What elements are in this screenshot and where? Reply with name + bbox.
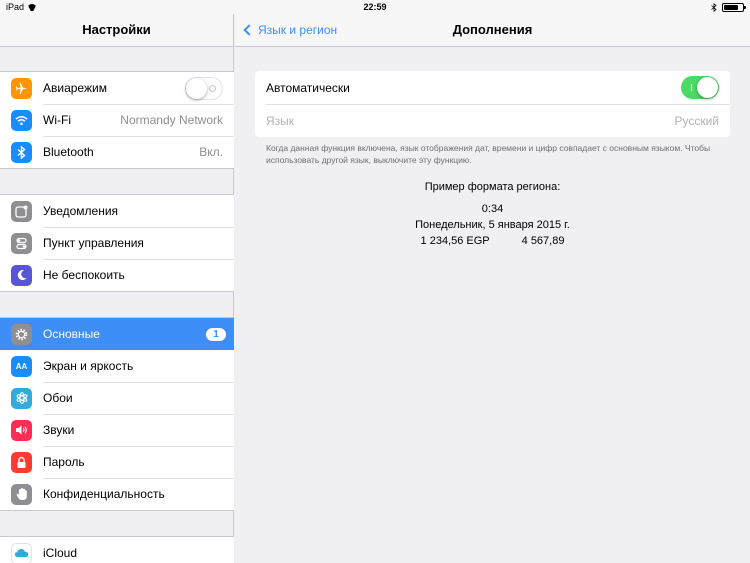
sidebar-group-device: Основные 1 AA Экран и яркость Обои Звуки…	[0, 317, 234, 511]
language-value: Русский	[674, 113, 719, 128]
sidebar-item-label: Не беспокоить	[43, 268, 125, 282]
sample-title: Пример формата региона:	[424, 181, 561, 193]
sidebar-item-label: Экран и яркость	[43, 359, 134, 373]
control-center-icon	[11, 232, 32, 254]
page-title: Дополнения	[452, 22, 533, 37]
lock-icon	[11, 451, 32, 473]
sidebar-group-accounts: iCloud	[0, 536, 234, 563]
airplane-mode-toggle[interactable]	[185, 76, 223, 100]
sidebar-item-do-not-disturb[interactable]: Не беспокоить	[0, 259, 234, 291]
sidebar-item-control-center[interactable]: Пункт управления	[0, 227, 234, 259]
sidebar-item-general[interactable]: Основные 1	[0, 318, 234, 350]
settings-sidebar: Настройки Авиарежим Wi-Fi Normandy Netwo…	[0, 0, 234, 563]
sidebar-item-label: Пункт управления	[43, 236, 144, 250]
bluetooth-value: Вкл.	[199, 145, 223, 159]
bluetooth-status-icon	[711, 2, 717, 12]
hand-icon	[11, 483, 32, 505]
sidebar-title: Настройки	[82, 22, 151, 37]
sidebar-item-bluetooth[interactable]: Bluetooth Вкл.	[0, 136, 234, 168]
sample-currency: 1 234,56 EGP	[420, 235, 490, 247]
language-row: Язык Русский	[255, 104, 730, 137]
speaker-icon	[11, 419, 32, 441]
gear-icon	[11, 323, 32, 345]
sidebar-item-label: Звуки	[43, 423, 75, 437]
sidebar-item-label: Авиарежим	[43, 81, 107, 95]
sidebar-item-label: Конфиденциальность	[43, 487, 165, 501]
sidebar-item-passcode[interactable]: Пароль	[0, 446, 234, 478]
sidebar-group-system: Уведомления Пункт управления Не беспокои…	[0, 194, 234, 292]
display-icon: AA	[11, 355, 32, 377]
sample-number: 4 567,89	[521, 235, 565, 247]
sidebar-item-wallpaper[interactable]: Обои	[0, 382, 234, 414]
sidebar-item-label: iCloud	[43, 546, 78, 560]
sidebar-item-label: Обои	[43, 391, 73, 405]
format-settings-card: Автоматически Язык Русский	[255, 71, 730, 137]
wifi-network-value: Normandy Network	[120, 113, 223, 127]
sidebar-item-label: Основные	[43, 327, 100, 341]
sidebar-item-notifications[interactable]: Уведомления	[0, 195, 234, 227]
airplane-icon	[11, 77, 32, 99]
automatic-row: Автоматически	[255, 71, 730, 104]
sample-time: 0:34	[481, 203, 504, 215]
automatic-toggle[interactable]	[681, 76, 719, 99]
status-time: 22:59	[363, 2, 387, 12]
sidebar-item-icloud[interactable]: iCloud	[0, 537, 234, 563]
moon-icon	[11, 264, 32, 286]
automatic-label: Автоматически	[266, 80, 350, 95]
battery-icon	[722, 2, 746, 12]
detail-pane: Язык и регион Дополнения Автоматически Я…	[235, 0, 750, 563]
wifi-signal-icon	[27, 4, 37, 11]
cloud-icon	[11, 542, 32, 563]
sidebar-item-airplane[interactable]: Авиарежим	[0, 72, 234, 104]
automatic-footnote: Когда данная функция включена, язык отоб…	[266, 143, 711, 165]
sidebar-group-connectivity: Авиарежим Wi-Fi Normandy Network Bluetoo…	[0, 71, 234, 169]
sidebar-item-label: Пароль	[43, 455, 85, 469]
sidebar-item-sounds[interactable]: Звуки	[0, 414, 234, 446]
sample-amounts: 1 234,56 EGP 4 567,89	[255, 235, 730, 247]
update-badge: 1	[206, 327, 226, 341]
bluetooth-icon	[11, 141, 32, 163]
wifi-icon	[11, 109, 32, 131]
sidebar-item-privacy[interactable]: Конфиденциальность	[0, 478, 234, 510]
sample-date: Понедельник, 5 января 2015 г.	[415, 219, 570, 231]
sidebar-item-label: Wi-Fi	[43, 113, 71, 127]
sidebar-item-label: Bluetooth	[43, 145, 94, 159]
wallpaper-icon	[11, 387, 32, 409]
sidebar-item-label: Уведомления	[43, 204, 119, 218]
language-label: Язык	[266, 113, 295, 128]
status-bar: iPad 22:59	[0, 0, 750, 14]
device-name: iPad	[6, 2, 25, 12]
sidebar-item-wifi[interactable]: Wi-Fi Normandy Network	[0, 104, 234, 136]
sidebar-item-display[interactable]: AA Экран и яркость	[0, 350, 234, 382]
notifications-icon	[11, 200, 32, 222]
